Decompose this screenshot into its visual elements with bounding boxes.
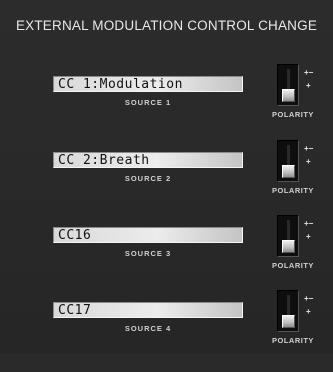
source-row: CC16 SOURCE 3 +− + POLARITY bbox=[0, 215, 333, 297]
polarity-label: POLARITY bbox=[272, 110, 314, 119]
switch-knob[interactable] bbox=[282, 165, 295, 178]
switch-knob[interactable] bbox=[282, 240, 295, 253]
source-label: SOURCE 3 bbox=[124, 249, 172, 258]
external-modulation-panel: EXTERNAL MODULATION CONTROL CHANGE CC 1:… bbox=[0, 0, 333, 353]
cc-selector-value: CC16 bbox=[58, 228, 92, 243]
polarity-label: POLARITY bbox=[272, 186, 314, 195]
cc-selector-value: CC17 bbox=[58, 303, 92, 318]
cc-selector-value: CC 1:Modulation bbox=[58, 77, 183, 92]
polarity-switch[interactable] bbox=[277, 215, 299, 257]
source-row: CC 1:Modulation SOURCE 1 +− + POLARITY bbox=[0, 64, 333, 146]
unipolar-symbol: + bbox=[306, 307, 311, 316]
bipolar-symbol: +− bbox=[304, 144, 314, 153]
bipolar-symbol: +− bbox=[304, 294, 314, 303]
unipolar-symbol: + bbox=[306, 157, 311, 166]
source-label: SOURCE 1 bbox=[124, 98, 172, 107]
bipolar-symbol: +− bbox=[304, 219, 314, 228]
cc-selector-value: CC 2:Breath bbox=[58, 153, 150, 168]
unipolar-symbol: + bbox=[306, 232, 311, 241]
cc-selector-display[interactable]: CC16 bbox=[53, 227, 243, 243]
source-label: SOURCE 2 bbox=[124, 174, 172, 183]
unipolar-symbol: + bbox=[306, 81, 311, 90]
cc-selector-display[interactable]: CC 2:Breath bbox=[53, 152, 243, 168]
polarity-switch[interactable] bbox=[277, 290, 299, 332]
source-row: CC17 SOURCE 4 +− + POLARITY bbox=[0, 290, 333, 372]
polarity-switch[interactable] bbox=[277, 64, 299, 106]
polarity-label: POLARITY bbox=[272, 261, 314, 270]
polarity-label: POLARITY bbox=[272, 336, 314, 345]
polarity-switch[interactable] bbox=[277, 140, 299, 182]
switch-knob[interactable] bbox=[282, 89, 295, 102]
bipolar-symbol: +− bbox=[304, 68, 314, 77]
cc-selector-display[interactable]: CC 1:Modulation bbox=[53, 76, 243, 92]
panel-title: EXTERNAL MODULATION CONTROL CHANGE bbox=[15, 18, 318, 33]
source-label: SOURCE 4 bbox=[124, 324, 172, 333]
source-row: CC 2:Breath SOURCE 2 +− + POLARITY bbox=[0, 140, 333, 222]
cc-selector-display[interactable]: CC17 bbox=[53, 302, 243, 318]
switch-knob[interactable] bbox=[282, 315, 295, 328]
